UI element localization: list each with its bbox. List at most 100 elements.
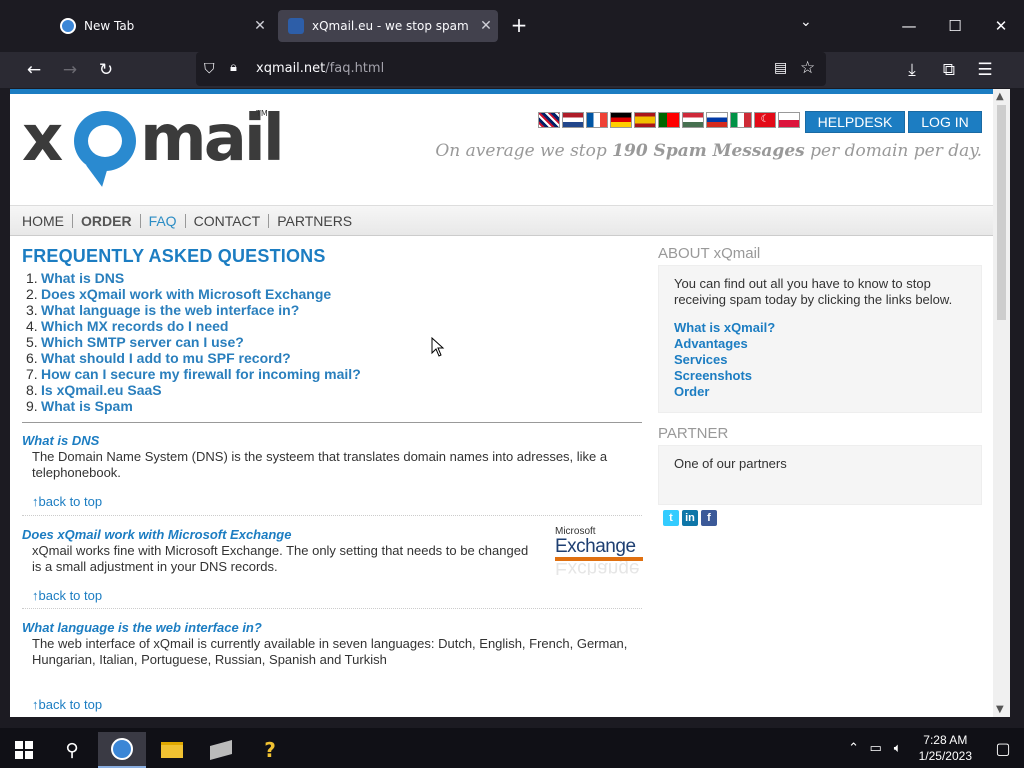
scrollbar-thumb[interactable] <box>997 105 1006 320</box>
link-services[interactable]: Services <box>674 352 969 368</box>
tagline: On average we stop 190 Spam Messages per… <box>435 141 982 161</box>
tab-title: xQmail.eu - we stop spam <box>312 19 469 33</box>
url-bar[interactable]: ⛉ 🔒︎ xqmail.net/faq.html ▤ ☆ <box>196 52 826 86</box>
toc-item[interactable]: 7. How can I secure my firewall for incom… <box>26 366 642 382</box>
minimize-button[interactable]: — <box>886 0 932 52</box>
toc-item[interactable]: 1. What is DNS <box>26 270 642 286</box>
chevron-up-icon[interactable]: ⌃ <box>843 741 865 756</box>
about-heading: ABOUT xQmail <box>658 245 761 262</box>
flag-ru-icon[interactable] <box>706 112 728 128</box>
link-screenshots[interactable]: Screenshots <box>674 368 969 384</box>
url-text[interactable]: xqmail.net/faq.html <box>256 61 384 76</box>
flag-pl-icon[interactable] <box>778 112 800 128</box>
close-tab-icon[interactable]: ✕ <box>248 18 272 34</box>
link-order[interactable]: Order <box>674 384 969 400</box>
faq-question: Does xQmail work with Microsoft Exchange <box>22 527 292 542</box>
partner-box: One of our partners <box>658 445 982 505</box>
menu-contact[interactable]: CONTACT <box>186 213 270 228</box>
tab-new-tab[interactable]: New Tab ✕ <box>50 10 272 42</box>
help-tool-icon[interactable]: ? <box>246 732 294 768</box>
back-to-top-link[interactable]: ↑back to top <box>32 494 642 510</box>
faq-question: What is DNS <box>22 433 100 448</box>
toc-item[interactable]: 9. What is Spam <box>26 398 642 414</box>
flag-hu-icon[interactable] <box>682 112 704 128</box>
close-tab-icon[interactable]: ✕ <box>474 18 498 34</box>
windows-taskbar: ⚲ ? ⌃ ▭ 🔈︎ 7:28 AM 1/25/2023 ▢ <box>0 728 1024 768</box>
scroll-down-icon[interactable]: ▼ <box>996 704 1004 715</box>
xqmail-favicon-icon <box>288 18 304 34</box>
maximize-button[interactable]: ☐ <box>932 0 978 52</box>
start-button[interactable] <box>0 732 48 768</box>
language-flags: ☾ <box>538 112 800 128</box>
app-menu-button[interactable]: ☰ <box>971 56 999 84</box>
search-icon[interactable]: ⚲ <box>48 732 96 768</box>
flag-tr-icon[interactable]: ☾ <box>754 112 776 128</box>
partner-text: One of our partners <box>674 456 787 471</box>
back-button[interactable]: ← <box>20 56 48 84</box>
faq-answer: xQmail works fine with Microsoft Exchang… <box>32 543 529 574</box>
linkedin-icon[interactable]: in <box>682 510 698 526</box>
flag-pt-icon[interactable] <box>658 112 680 128</box>
login-button[interactable]: LOG IN <box>908 111 982 133</box>
window-controls: — ☐ ✕ <box>886 0 1024 52</box>
clock-date: 1/25/2023 <box>918 749 972 763</box>
extensions-button[interactable]: ⧉ <box>935 56 963 84</box>
toc-item[interactable]: 6. What should I add to mu SPF record? <box>26 350 642 366</box>
flag-es-icon[interactable] <box>634 112 656 128</box>
logo-q-tail <box>86 161 114 189</box>
forward-button[interactable]: → <box>56 56 84 84</box>
mouse-cursor-icon <box>431 336 445 361</box>
microsoft-exchange-logo: Microsoft Exchange Exchange <box>555 526 645 575</box>
server-manager-icon[interactable] <box>197 732 245 768</box>
social-links: t in f <box>663 510 717 526</box>
reader-view-icon[interactable]: ▤ <box>774 60 787 76</box>
faq-answer: The web interface of xQmail is currently… <box>32 636 628 667</box>
close-window-button[interactable]: ✕ <box>978 0 1024 52</box>
back-to-top-link[interactable]: ↑back to top <box>32 697 642 713</box>
bookmark-star-icon[interactable]: ☆ <box>800 58 815 78</box>
list-tabs-button[interactable]: ⌄ <box>800 14 812 30</box>
reload-button[interactable]: ↻ <box>92 56 120 84</box>
page-scrollbar[interactable]: ▲ ▼ <box>993 89 1010 717</box>
link-advantages[interactable]: Advantages <box>674 336 969 352</box>
firefox-taskbar-icon[interactable] <box>98 732 146 768</box>
toc-item[interactable]: 4. Which MX records do I need <box>26 318 642 334</box>
volume-muted-icon[interactable]: 🔈︎ <box>887 741 909 756</box>
toc-item[interactable]: 5. Which SMTP server can I use? <box>26 334 642 350</box>
shield-icon[interactable]: ⛉ <box>204 61 215 77</box>
twitter-icon[interactable]: t <box>663 510 679 526</box>
facebook-icon[interactable]: f <box>701 510 717 526</box>
menu-home[interactable]: HOME <box>22 213 73 228</box>
page-title: FREQUENTLY ASKED QUESTIONS <box>22 246 326 266</box>
flag-nl-icon[interactable] <box>562 112 584 128</box>
faq-entry-exchange: Does xQmail work with Microsoft Exchange… <box>22 516 645 609</box>
flag-gb-icon[interactable] <box>538 112 560 128</box>
menu-faq[interactable]: FAQ <box>141 213 186 228</box>
downloads-button[interactable]: ⤓ <box>898 56 926 84</box>
tab-title: New Tab <box>84 19 135 33</box>
flag-de-icon[interactable] <box>610 112 632 128</box>
header-accent-line <box>10 89 993 94</box>
lock-icon[interactable]: 🔒︎ <box>230 60 237 75</box>
faq-entry-language: What language is the web interface in? T… <box>22 609 642 713</box>
toc-item[interactable]: 3. What language is the web interface in? <box>26 302 642 318</box>
flag-it-icon[interactable] <box>730 112 752 128</box>
helpdesk-button[interactable]: HELPDESK <box>805 111 905 133</box>
menu-order[interactable]: ORDER <box>73 213 141 228</box>
page-viewport: x mail TM ☾ HELPDESK LOG IN On average w… <box>10 89 1010 717</box>
notifications-icon[interactable]: ▢ <box>992 739 1014 758</box>
new-tab-button[interactable]: + <box>508 14 530 36</box>
toc-item[interactable]: 8. Is xQmail.eu SaaS <box>26 382 642 398</box>
scroll-up-icon[interactable]: ▲ <box>996 91 1004 102</box>
file-explorer-icon[interactable] <box>148 732 196 768</box>
menu-partners[interactable]: PARTNERS <box>269 214 360 228</box>
browser-titlebar: New Tab ✕ xQmail.eu - we stop spam ✕ + ⌄… <box>0 0 1024 52</box>
toc-item[interactable]: 2. Does xQmail work with Microsoft Exchan… <box>26 286 642 302</box>
tab-xqmail[interactable]: xQmail.eu - we stop spam ✕ <box>278 10 498 42</box>
flag-fr-icon[interactable] <box>586 112 608 128</box>
xqmail-logo[interactable]: x mail TM <box>22 107 285 199</box>
network-icon[interactable]: ▭ <box>865 741 887 756</box>
back-to-top-link[interactable]: ↑back to top <box>32 588 642 604</box>
link-what-is-xqmail[interactable]: What is xQmail? <box>674 320 969 336</box>
clock[interactable]: 7:28 AM 1/25/2023 <box>919 732 972 764</box>
